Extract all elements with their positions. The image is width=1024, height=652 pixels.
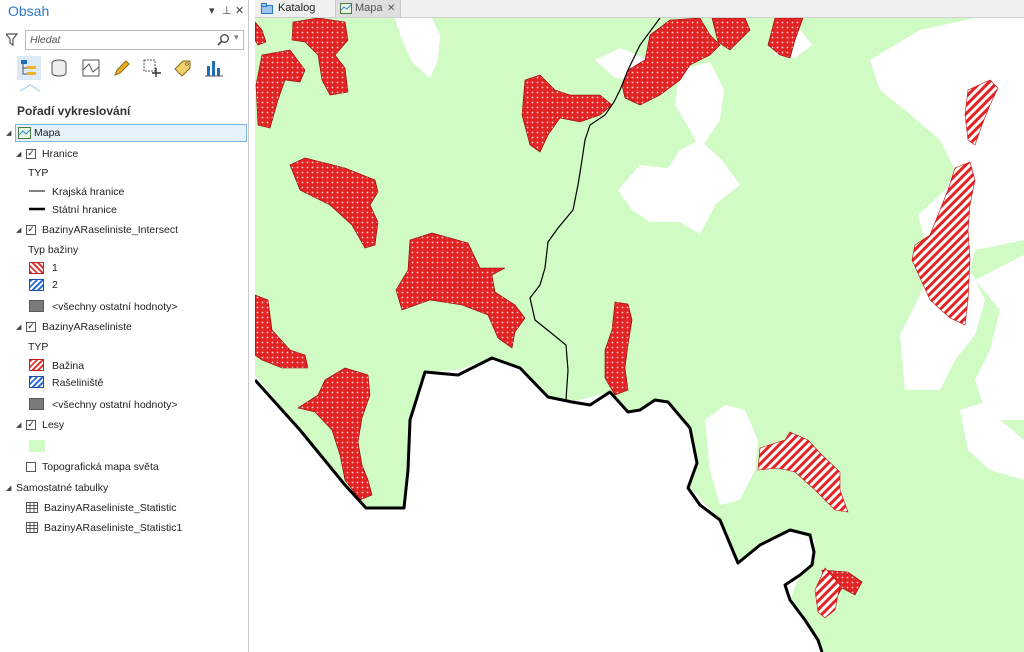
pencil-icon [114, 60, 130, 76]
tab-label: Mapa [355, 2, 383, 14]
table-icon [26, 522, 38, 533]
legend-heading: TYP [28, 167, 49, 179]
hranice-visibility-checkbox[interactable]: ✓ [26, 149, 36, 159]
legend-heading: TYP [28, 341, 49, 353]
close-pane-button[interactable]: ✕ [235, 4, 244, 17]
search-options-chevron-icon[interactable]: ▾ [234, 33, 239, 43]
pane-menu-button[interactable]: ▾ [209, 4, 215, 17]
list-by-charts-button[interactable] [202, 56, 226, 80]
selection-icon [82, 59, 100, 77]
expand-triangle-icon[interactable]: ◢ [6, 484, 11, 492]
label-tag-icon [174, 60, 191, 77]
list-by-editing-button[interactable] [110, 56, 134, 80]
green-fill-symbol [29, 440, 45, 452]
expand-triangle-icon[interactable]: ◢ [6, 129, 11, 137]
catalog-icon [261, 3, 273, 14]
layer-hranice[interactable]: Hranice [42, 146, 78, 162]
red-hatch-symbol [29, 359, 44, 371]
tab-label: Katalog [278, 2, 316, 14]
intersect-visibility-checkbox[interactable]: ✓ [26, 225, 36, 235]
table-icon [26, 502, 38, 513]
pane-title: Obsah [8, 3, 50, 19]
layer-basemap[interactable]: Topografická mapa světa [42, 459, 159, 475]
tab-mapa[interactable]: Mapa ✕ [335, 0, 401, 17]
lesy-visibility-checkbox[interactable]: ✓ [26, 420, 36, 430]
expand-triangle-icon[interactable]: ◢ [16, 226, 21, 234]
pin-icon[interactable]: ⊥ [222, 4, 232, 17]
map-icon [340, 3, 352, 14]
list-by-selection-button[interactable] [79, 56, 103, 80]
search-box[interactable]: ▾ [25, 30, 244, 50]
legend-item: Bažina [52, 360, 85, 372]
raseliniste-visibility-checkbox[interactable]: ✓ [26, 322, 36, 332]
tab-katalog[interactable]: Katalog [257, 0, 335, 17]
expand-triangle-icon[interactable]: ◢ [16, 421, 21, 429]
list-by-snapping-button[interactable] [140, 56, 164, 80]
table-item[interactable]: BazinyARaseliniste_Statistic [44, 500, 176, 516]
map-icon [18, 127, 31, 139]
database-icon [51, 59, 67, 77]
layer-map[interactable]: Mapa [15, 124, 247, 142]
filter-icon[interactable] [6, 33, 18, 47]
gray-fill-symbol [29, 398, 44, 410]
standalone-tables-heading: Samostatné tabulky [16, 482, 109, 494]
list-by-labeling-button[interactable] [171, 56, 195, 80]
expand-triangle-icon[interactable]: ◢ [16, 323, 21, 331]
blue-hatch-symbol [29, 279, 44, 291]
list-by-drawing-order-button[interactable] [17, 56, 41, 80]
layer-lesy[interactable]: Lesy [42, 417, 64, 433]
legend-item: 1 [52, 262, 58, 274]
view-tab-bar: Katalog Mapa ✕ [255, 0, 1024, 18]
drawing-order-heading: Pořadí vykreslování [17, 104, 131, 118]
thin-line-symbol [29, 190, 45, 192]
search-icon[interactable] [217, 33, 230, 46]
snapping-icon [143, 59, 161, 77]
search-input[interactable] [30, 34, 200, 46]
contents-pane: Obsah ▾ ⊥ ✕ ▾ [0, 0, 249, 652]
thick-line-symbol [29, 207, 45, 211]
legend-item: Rašeliniště [52, 377, 104, 389]
basemap-visibility-checkbox[interactable] [26, 462, 36, 472]
legend-item: Státní hranice [52, 204, 117, 216]
active-tool-indicator [19, 84, 41, 92]
layer-intersect[interactable]: BazinyARaseliniste_Intersect [42, 222, 178, 238]
legend-heading: Typ bažiny [28, 244, 79, 256]
close-tab-icon[interactable]: ✕ [387, 0, 395, 17]
map-view[interactable] [255, 18, 1024, 652]
legend-item: <všechny ostatní hodnoty> [52, 301, 178, 313]
list-by-source-button[interactable] [47, 56, 71, 80]
map-canvas[interactable] [255, 18, 1024, 652]
expand-triangle-icon[interactable]: ◢ [16, 150, 21, 158]
red-hatch-symbol [29, 262, 44, 274]
legend-item: <všechny ostatní hodnoty> [52, 399, 178, 411]
chart-icon [205, 61, 223, 77]
layer-raseliniste[interactable]: BazinyARaseliniste [42, 319, 132, 335]
blue-hatch-symbol [29, 376, 44, 388]
gray-fill-symbol [29, 300, 44, 312]
legend-item: 2 [52, 279, 58, 291]
table-item[interactable]: BazinyARaseliniste_Statistic1 [44, 520, 182, 536]
legend-item: Krajská hranice [52, 186, 125, 198]
layer-map-label: Mapa [34, 127, 61, 139]
drawing-order-icon [21, 60, 36, 75]
